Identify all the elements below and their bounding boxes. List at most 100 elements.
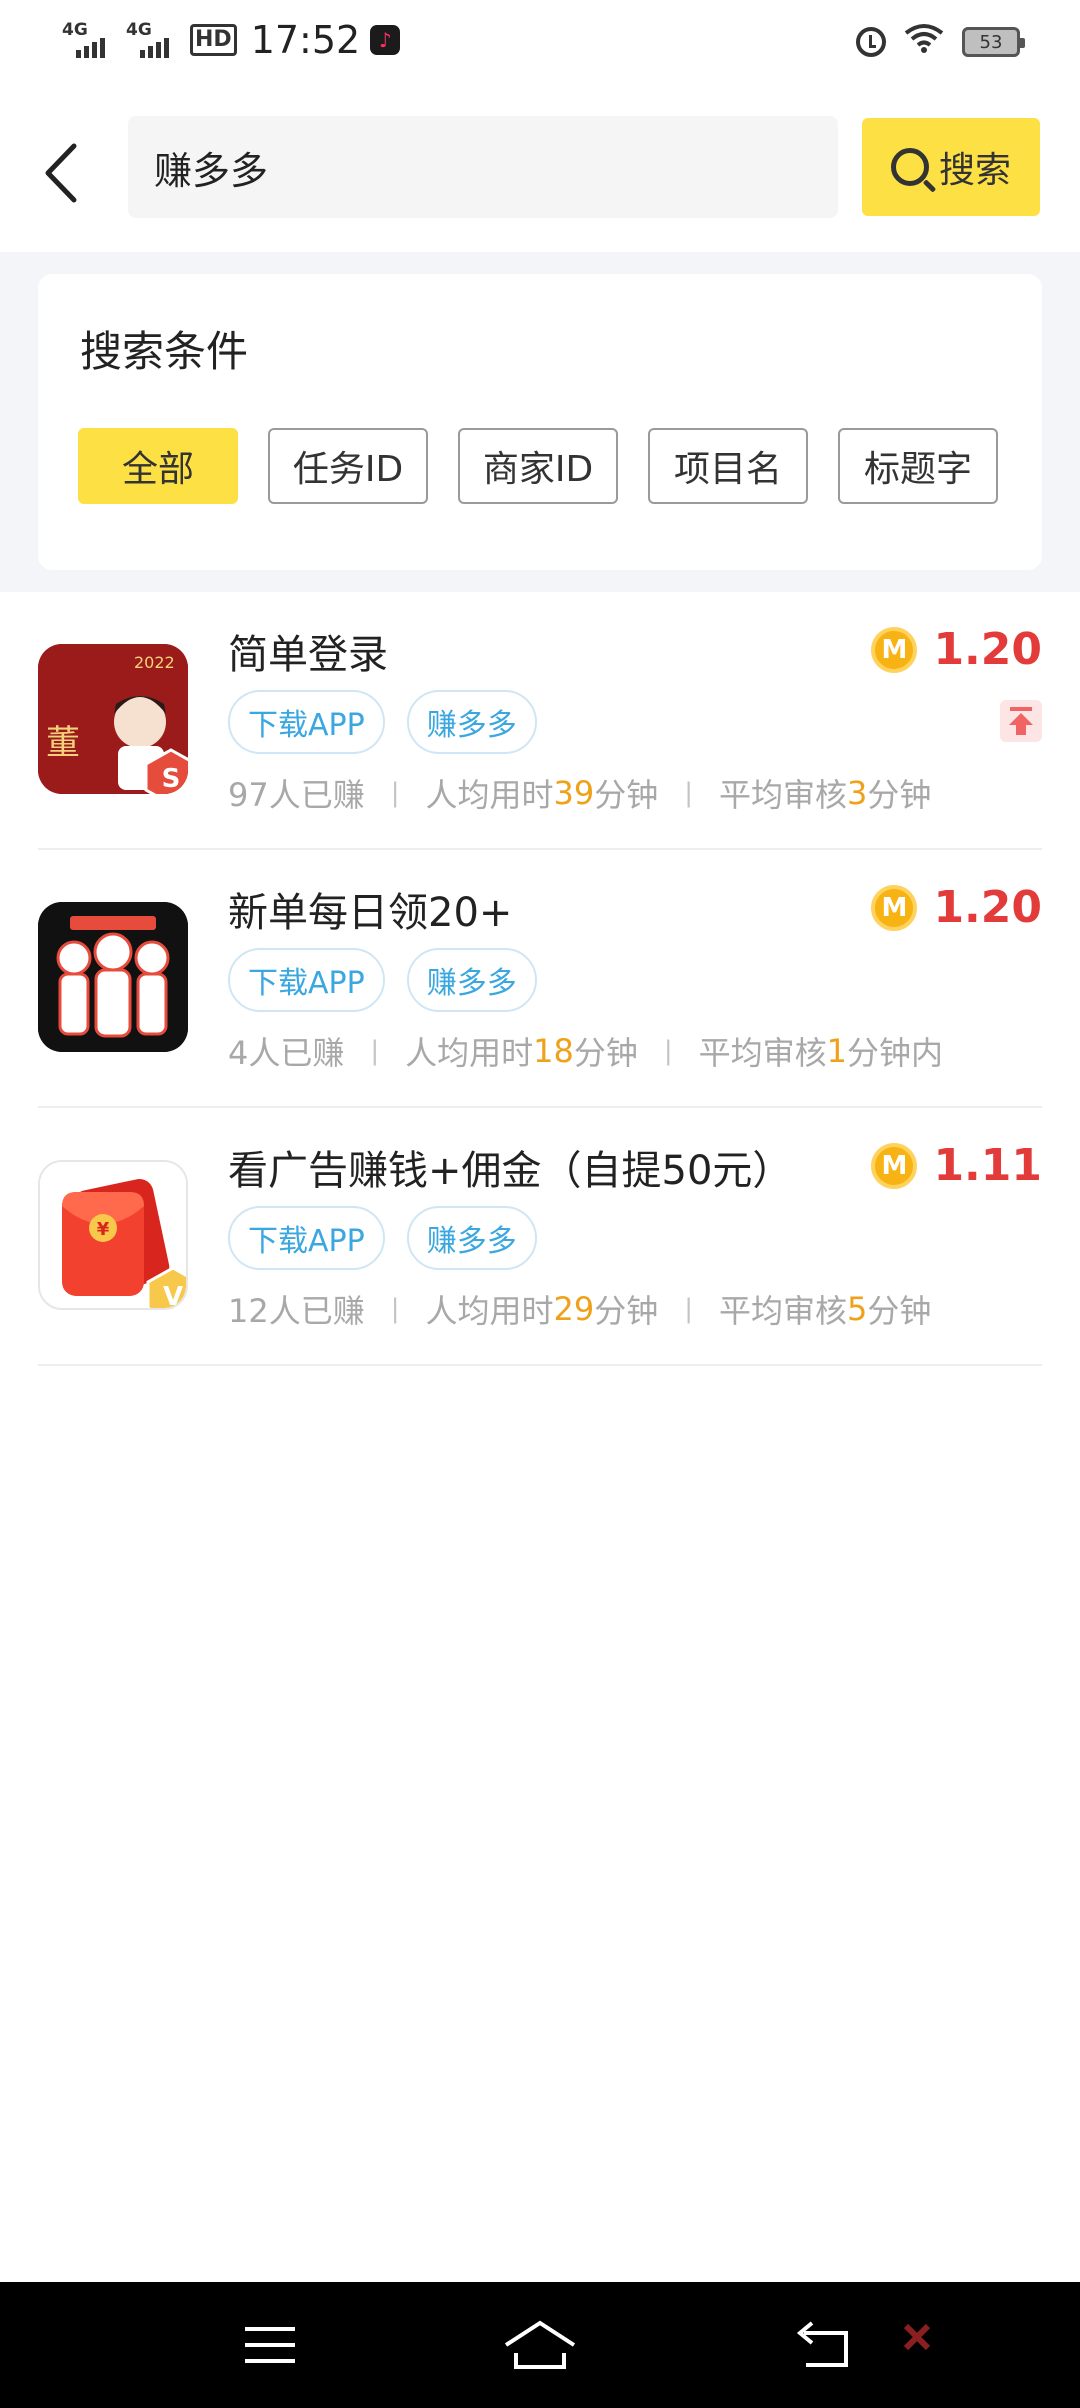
search-icon	[890, 148, 929, 186]
home-icon	[504, 2320, 576, 2369]
svg-text:¥: ¥	[97, 1219, 110, 1240]
task-item[interactable]: ¥ V 看广告赚钱+佣金（自提50元） M 1.11 下载APP 赚多多 12人…	[38, 1108, 1042, 1366]
review-time-label: 平均审核	[698, 1034, 827, 1072]
separator: |	[684, 778, 694, 808]
search-box[interactable]	[128, 116, 838, 218]
watermark-logo	[902, 2322, 932, 2352]
review-time-value: 5	[847, 1290, 868, 1328]
task-thumbnail-art	[38, 902, 188, 1052]
avg-time-unit: 分钟	[594, 1292, 659, 1330]
coin-icon: M	[871, 884, 918, 931]
chevron-left-icon	[45, 143, 77, 203]
separator: |	[684, 1294, 694, 1324]
tag-zhuanduoduo: 赚多多	[406, 690, 537, 754]
price-amount: 1.20	[933, 882, 1042, 933]
review-time-label: 平均审核	[719, 1292, 848, 1330]
task-tags: 下载APP 赚多多	[228, 690, 537, 754]
battery-icon: 53	[962, 27, 1025, 57]
back-button[interactable]	[30, 138, 90, 208]
task-price: M 1.11	[871, 1140, 1042, 1191]
tag-download-app: 下载APP	[228, 690, 385, 754]
review-time-value: 3	[847, 774, 868, 812]
earned-count: 97人已赚	[228, 776, 365, 814]
signal-icon-2: 4G	[126, 20, 180, 60]
review-time-value: 1	[826, 1032, 848, 1070]
chip-merchant-id[interactable]: 商家ID	[458, 428, 618, 504]
pin-top-icon[interactable]	[1000, 700, 1042, 742]
avg-time-unit: 分钟	[573, 1034, 638, 1072]
task-stats: 4人已赚 | 人均用时 18 分钟 | 平均审核 1 分钟内	[228, 1028, 943, 1074]
system-nav-bar	[0, 2282, 1080, 2408]
menu-button[interactable]	[230, 2310, 310, 2380]
search-header: 搜索	[0, 86, 1080, 252]
return-icon	[796, 2321, 848, 2367]
chip-task-id[interactable]: 任务ID	[268, 428, 428, 504]
review-time-unit: 分钟内	[847, 1034, 944, 1072]
signal-icon: 4G	[62, 20, 116, 60]
task-title: 简单登录	[228, 632, 388, 678]
chip-project-name[interactable]: 项目名	[648, 428, 808, 504]
avg-time-label: 人均用时	[405, 1034, 534, 1072]
task-price: M 1.20	[871, 882, 1042, 933]
hd-icon: HD	[190, 24, 237, 56]
tag-download-app: 下载APP	[228, 1206, 385, 1270]
back-nav-button[interactable]	[784, 2310, 864, 2380]
task-price: M 1.20	[871, 624, 1042, 675]
separator: |	[663, 1036, 673, 1066]
price-amount: 1.20	[933, 624, 1042, 675]
earned-count: 12人已赚	[228, 1292, 365, 1330]
avg-time-label: 人均用时	[425, 1292, 554, 1330]
task-tags: 下载APP 赚多多	[228, 948, 537, 1012]
search-button[interactable]: 搜索	[862, 118, 1040, 216]
avg-time-label: 人均用时	[425, 776, 554, 814]
wifi-icon	[904, 22, 944, 62]
review-time-unit: 分钟	[867, 776, 932, 814]
separator: |	[370, 1036, 380, 1066]
thumb-year: 2022	[134, 653, 175, 672]
search-input[interactable]	[154, 145, 838, 189]
task-thumbnail: 2022 董 S	[38, 644, 188, 794]
status-right: 53	[856, 22, 1025, 62]
task-stats: 12人已赚 | 人均用时 29 分钟 | 平均审核 5 分钟	[228, 1286, 931, 1332]
tag-zhuanduoduo: 赚多多	[406, 1206, 537, 1270]
chip-title-word[interactable]: 标题字	[838, 428, 998, 504]
thumb-name: 董	[46, 723, 80, 763]
coin-icon: M	[871, 626, 918, 673]
avg-time-unit: 分钟	[594, 776, 659, 814]
status-bar: 4G 4G HD 17:52 ♪ 53	[0, 0, 1080, 86]
home-button[interactable]	[500, 2310, 580, 2380]
task-item[interactable]: 新单每日领20+ M 1.20 下载APP 赚多多 4人已赚 | 人均用时 18 分…	[38, 850, 1042, 1108]
conditions-card: 搜索条件 全部 任务ID 商家ID 项目名 标题字	[38, 274, 1042, 570]
task-title: 看广告赚钱+佣金（自提50元）	[228, 1148, 793, 1194]
earned-count: 4人已赚	[228, 1034, 345, 1072]
task-item[interactable]: 2022 董 S 简单登录 M 1.20 下载APP 赚多多 97人已赚 | 人…	[38, 592, 1042, 850]
svg-text:V: V	[163, 1282, 183, 1310]
avg-time-value: 18	[533, 1032, 574, 1070]
task-thumbnail: ¥ V	[38, 1160, 188, 1310]
task-thumbnail	[38, 902, 188, 1052]
review-time-unit: 分钟	[867, 1292, 932, 1330]
price-amount: 1.11	[933, 1140, 1042, 1191]
clock: 17:52	[250, 18, 361, 62]
tag-download-app: 下载APP	[228, 948, 385, 1012]
chip-all[interactable]: 全部	[78, 428, 238, 504]
task-title: 新单每日领20+	[228, 890, 513, 936]
review-time-label: 平均审核	[719, 776, 848, 814]
status-left: 4G 4G HD 17:52 ♪	[62, 18, 401, 62]
coin-icon: M	[871, 1142, 918, 1189]
task-tags: 下载APP 赚多多	[228, 1206, 537, 1270]
s-badge-icon: S	[144, 748, 188, 794]
search-button-label: 搜索	[938, 150, 1011, 191]
alarm-icon	[856, 27, 886, 57]
avg-time-value: 29	[553, 1290, 595, 1328]
tiktok-icon: ♪	[370, 25, 401, 55]
task-list: 2022 董 S 简单登录 M 1.20 下载APP 赚多多 97人已赚 | 人…	[0, 592, 1080, 1366]
avg-time-value: 39	[553, 774, 595, 812]
separator: |	[390, 1294, 400, 1324]
conditions-section: 搜索条件 全部 任务ID 商家ID 项目名 标题字	[0, 252, 1080, 592]
task-stats: 97人已赚 | 人均用时 39 分钟 | 平均审核 3 分钟	[228, 770, 931, 816]
separator: |	[390, 778, 400, 808]
conditions-title: 搜索条件	[80, 327, 249, 376]
tag-zhuanduoduo: 赚多多	[406, 948, 537, 1012]
v-badge-icon: V	[146, 1266, 186, 1310]
